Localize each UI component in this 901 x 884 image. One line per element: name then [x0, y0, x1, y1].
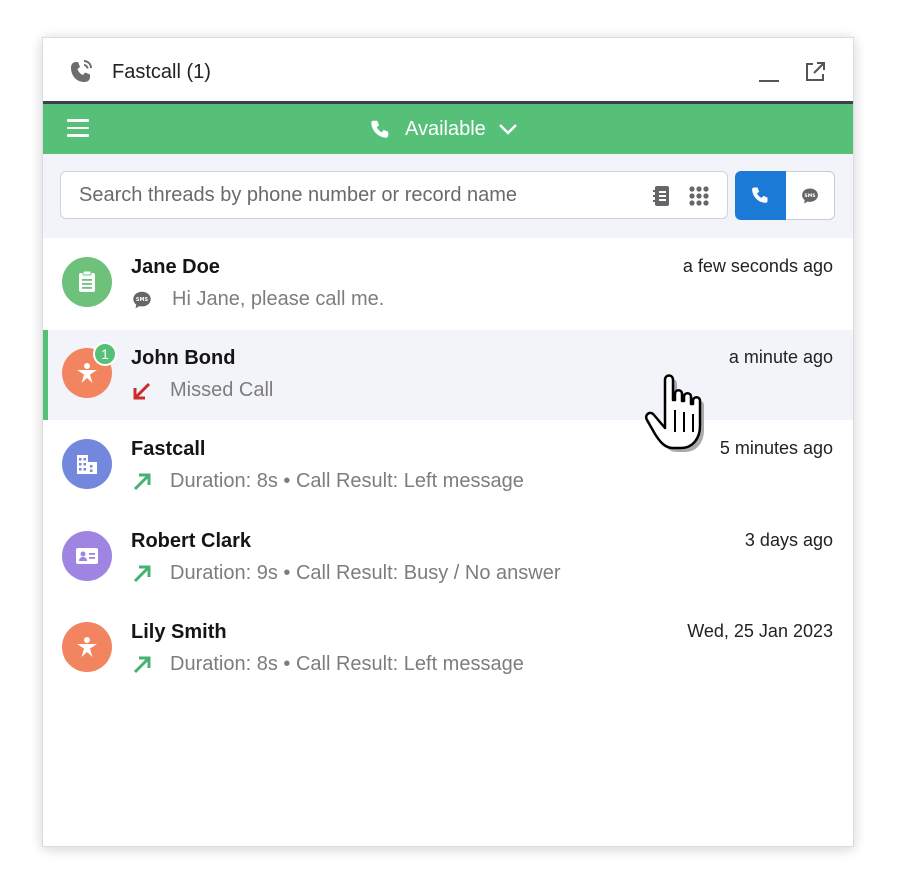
thread-detail: Duration: 8s • Call Result: Left message	[170, 653, 524, 675]
person-star-icon	[77, 637, 97, 657]
thread-detail: Hi Jane, please call me.	[172, 288, 385, 310]
minimize-icon[interactable]	[759, 68, 781, 82]
search-input[interactable]	[79, 172, 639, 218]
thread-time: 3 days ago	[744, 530, 833, 550]
svg-text:SMS: SMS	[804, 193, 815, 199]
phone-icon	[371, 120, 389, 138]
contact-name: John Bond	[131, 347, 236, 369]
search-area: SMS	[43, 154, 853, 238]
outgoing-call-arrow-icon	[133, 565, 151, 583]
avatar	[62, 257, 112, 307]
thread-row[interactable]: Fastcall 5 minutes ago Duration: 8s • Ca…	[43, 421, 853, 511]
sms-bubble-icon: SMS	[133, 291, 151, 309]
contact-card-icon	[76, 548, 98, 564]
thread-detail: Missed Call	[170, 379, 274, 401]
availability-dropdown[interactable]: Available	[369, 114, 518, 144]
svg-text:SMS: SMS	[136, 297, 149, 303]
thread-detail: Duration: 8s • Call Result: Left message	[170, 470, 524, 492]
sms-bubble-icon: SMS	[802, 188, 818, 204]
avatar	[62, 439, 112, 489]
thread-row[interactable]: 1 John Bond a minute ago Missed Call	[43, 330, 853, 420]
avatar	[62, 622, 112, 672]
fastcall-window: Fastcall (1) Available Search threads by…	[42, 37, 854, 847]
thread-time: Wed, 25 Jan 2023	[687, 621, 833, 641]
contact-name: Lily Smith	[131, 621, 227, 643]
window-title: Fastcall (1)	[112, 61, 211, 83]
outgoing-call-arrow-icon	[133, 656, 151, 674]
hand-cursor-icon	[645, 374, 704, 452]
contact-name: Fastcall	[131, 438, 206, 460]
hamburger-icon[interactable]	[67, 119, 89, 137]
building-icon	[77, 455, 97, 474]
search-box	[60, 171, 728, 219]
thread-row[interactable]: Lily Smith Wed, 25 Jan 2023 Duration: 8s…	[43, 604, 853, 694]
thread-time: 5 minutes ago	[719, 438, 833, 458]
call-mode-button[interactable]	[735, 171, 786, 220]
phone-icon	[752, 187, 768, 203]
contact-name: Jane Doe	[131, 256, 220, 278]
thread-time: a few seconds ago	[682, 256, 833, 276]
contacts-book-icon[interactable]	[652, 185, 672, 207]
dialpad-icon[interactable]	[688, 185, 710, 207]
person-star-icon	[77, 363, 97, 383]
title-bar: Fastcall (1)	[43, 38, 853, 104]
contact-name: Robert Clark	[131, 530, 252, 552]
thread-row[interactable]: Robert Clark 3 days ago Duration: 9s • C…	[43, 513, 853, 603]
sms-mode-button[interactable]: SMS	[786, 171, 835, 220]
thread-row[interactable]: Jane Doe a few seconds ago SMS Hi Jane, …	[43, 239, 853, 329]
popout-icon[interactable]	[803, 60, 827, 84]
clipboard-icon	[79, 270, 95, 292]
outgoing-call-arrow-icon	[133, 473, 151, 491]
availability-label: Available	[405, 117, 486, 140]
avatar	[62, 531, 112, 581]
phone-ringing-icon	[71, 60, 92, 82]
thread-time: a minute ago	[728, 347, 833, 367]
thread-detail: Duration: 9s • Call Result: Busy / No an…	[170, 562, 561, 584]
missed-call-arrow-icon	[133, 382, 151, 400]
status-bar: Available	[43, 104, 853, 154]
unread-badge: 1	[93, 342, 117, 366]
chevron-down-icon	[498, 124, 517, 135]
